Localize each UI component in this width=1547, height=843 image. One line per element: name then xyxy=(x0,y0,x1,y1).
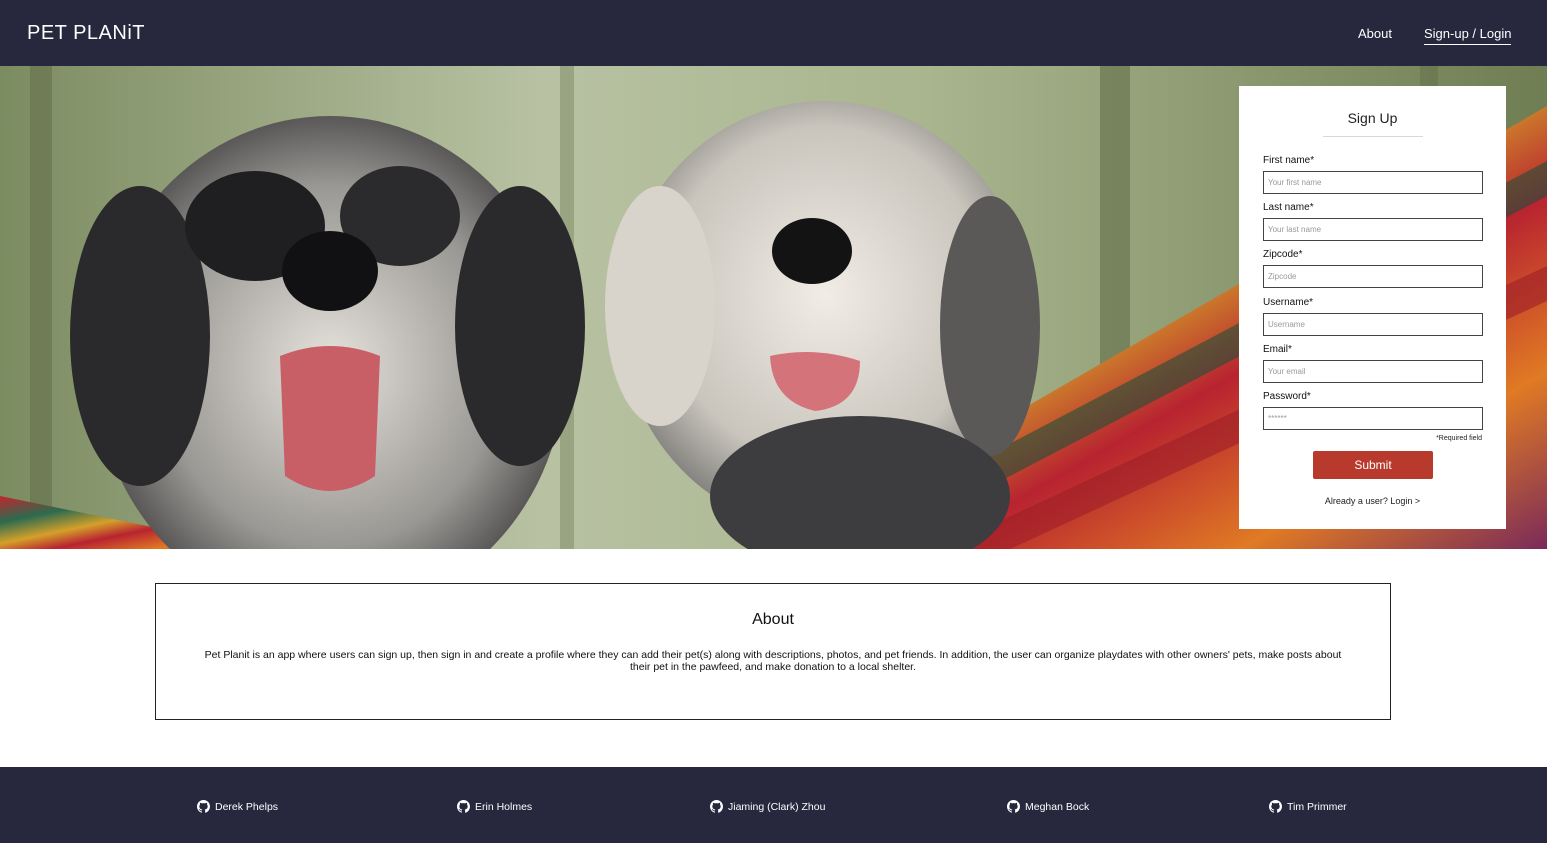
required-field-note: *Required field xyxy=(1436,435,1482,442)
brand-logo[interactable]: PET PLANiT xyxy=(27,22,145,45)
signup-form-card: Sign Up First name* Last name* Zipcode* … xyxy=(1239,86,1506,529)
about-title: About xyxy=(752,611,794,628)
signup-divider xyxy=(1323,136,1423,137)
github-icon xyxy=(197,800,210,813)
footer: Derek Phelps Erin Holmes Jiaming (Clark)… xyxy=(0,767,1547,843)
signup-title: Sign Up xyxy=(1347,110,1398,126)
email-input[interactable] xyxy=(1263,360,1483,383)
contributor-name: Meghan Bock xyxy=(1025,800,1090,813)
about-section: About Pet Planit is an app where users c… xyxy=(155,583,1391,720)
contributor-name: Jiaming (Clark) Zhou xyxy=(728,800,826,813)
contributor-name: Erin Holmes xyxy=(475,800,533,813)
about-description: Pet Planit is an app where users can sig… xyxy=(204,649,1342,673)
submit-button[interactable]: Submit xyxy=(1313,451,1433,479)
contributor-name: Tim Primmer xyxy=(1287,800,1347,813)
password-label: Password* xyxy=(1263,391,1311,402)
github-icon xyxy=(1269,800,1282,813)
email-label: Email* xyxy=(1263,344,1292,355)
footer-contributor-link[interactable]: Meghan Bock xyxy=(1007,800,1089,813)
username-label: Username* xyxy=(1263,297,1314,308)
zipcode-input[interactable] xyxy=(1263,265,1483,288)
nav-about-link[interactable]: About xyxy=(1358,26,1392,41)
contributor-name: Derek Phelps xyxy=(215,800,279,813)
footer-contributor-link[interactable]: Tim Primmer xyxy=(1269,800,1347,813)
footer-contributor-link[interactable]: Derek Phelps xyxy=(197,800,278,813)
github-icon xyxy=(457,800,470,813)
first-name-label: First name* xyxy=(1263,155,1315,166)
last-name-label: Last name* xyxy=(1263,202,1314,213)
footer-contributor-link[interactable]: Erin Holmes xyxy=(457,800,532,813)
top-navbar: PET PLANiT About Sign-up / Login xyxy=(0,0,1547,66)
nav-signup-login-link[interactable]: Sign-up / Login xyxy=(1424,26,1512,45)
zipcode-label: Zipcode* xyxy=(1263,249,1303,260)
github-icon xyxy=(1007,800,1020,813)
last-name-input[interactable] xyxy=(1263,218,1483,241)
password-input[interactable] xyxy=(1263,407,1483,430)
already-user-login-link[interactable]: Already a user? Login > xyxy=(1239,496,1506,506)
github-icon xyxy=(710,800,723,813)
username-input[interactable] xyxy=(1263,313,1483,336)
first-name-input[interactable] xyxy=(1263,171,1483,194)
footer-contributor-link[interactable]: Jiaming (Clark) Zhou xyxy=(710,800,825,813)
